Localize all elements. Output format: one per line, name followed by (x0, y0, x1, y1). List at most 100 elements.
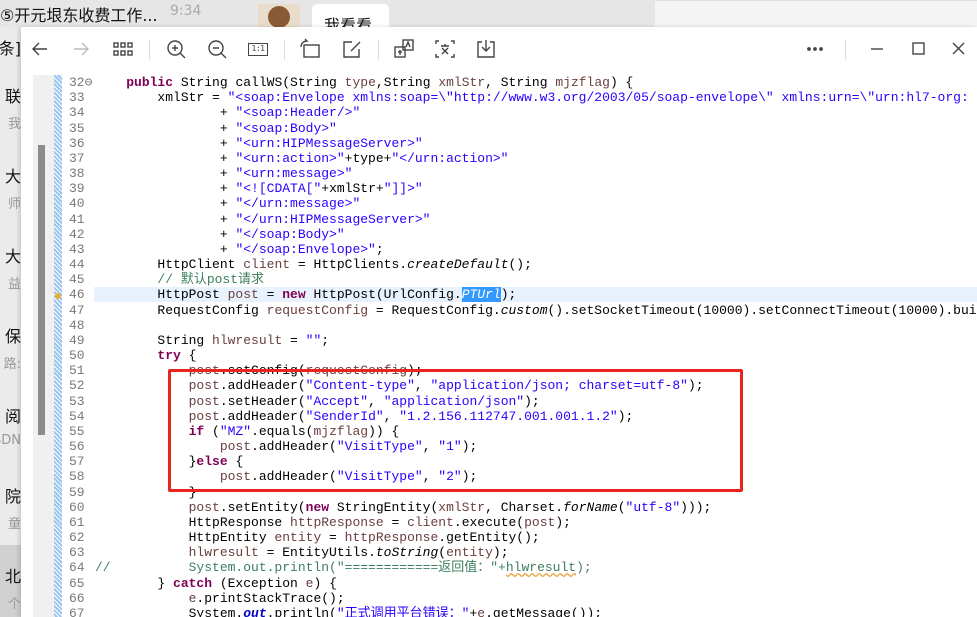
code-token: "</urn:action>" (391, 150, 509, 166)
translate-button[interactable] (391, 36, 417, 62)
conversation-name[interactable]: 院 (5, 483, 21, 507)
code-token: ); (555, 514, 571, 530)
code-token: .getEntity(); (438, 530, 540, 546)
conversation-name[interactable]: 阅 (5, 403, 21, 427)
code-text[interactable]: + "</urn:HIPMessageServer>" (94, 212, 977, 227)
code-text[interactable]: RequestConfig requestConfig = RequestCon… (94, 303, 977, 318)
divider (845, 40, 846, 60)
code-text[interactable]: // 默认post请求 (94, 272, 977, 287)
code-token: "</urn:HIPMessageServer>" (235, 211, 431, 227)
conversation-name[interactable]: 大 (5, 163, 21, 187)
code-line: 48 (33, 318, 977, 333)
code-token: xmlStr = (95, 90, 228, 106)
download-button[interactable] (473, 36, 499, 62)
highlight-box (168, 369, 743, 492)
code-text[interactable]: HttpEntity entity = httpResponse.getEnti… (94, 530, 977, 545)
code-token: = RequestConfig. (368, 302, 501, 318)
minimize-button[interactable] (864, 36, 890, 62)
more-button[interactable] (802, 36, 828, 62)
code-token: hlwresult (212, 332, 283, 348)
rotate-button[interactable] (297, 36, 323, 62)
zoom-in-icon (167, 40, 186, 59)
ocr-button[interactable] (432, 36, 458, 62)
code-token: httpResponse (290, 514, 384, 530)
code-text[interactable]: HttpClient client = HttpClients.createDe… (94, 257, 977, 272)
code-text[interactable]: System.out.println("正式调用平台错误："+e.getMess… (94, 606, 977, 617)
code-token: { (180, 348, 197, 364)
line-number: 62 (69, 530, 85, 546)
code-line: 45 // 默认post请求 (33, 272, 977, 287)
actual-size-button[interactable]: 1:1 (245, 36, 271, 62)
code-token: = EntityUtils. (258, 545, 376, 561)
conversation-list[interactable]: 条]联，我大师大益保路:阅SDN院童北个 (0, 27, 21, 617)
code-line: 67 System.out.println("正式调用平台错误："+e.getM… (33, 606, 977, 617)
code-text[interactable]: + "<urn:HIPMessageServer>" (94, 136, 977, 151)
zoom-in-button[interactable] (163, 36, 189, 62)
code-text[interactable]: hlwresult = EntityUtils.toString(entity)… (94, 545, 977, 560)
line-number: 45 (69, 272, 85, 288)
conversation-name[interactable]: 联 (5, 83, 21, 107)
maximize-button[interactable] (905, 36, 931, 62)
code-token: entity (274, 530, 322, 546)
line-number: 42 (69, 226, 85, 242)
code-token: , String (485, 75, 556, 90)
conversation-name[interactable]: 条] (0, 35, 21, 59)
code-text[interactable]: + "</urn:message>" (94, 196, 977, 211)
code-text[interactable]: + "<soap:Body>" (94, 121, 977, 136)
code-text[interactable]: try { (94, 348, 977, 363)
code-token: createDefault (407, 257, 509, 273)
line-number: 33 (69, 90, 85, 106)
code-token: // 默认post请求 (95, 272, 265, 288)
code-text[interactable]: + "</soap:Body>" (94, 227, 977, 242)
minimize-icon (871, 48, 883, 50)
code-line: 50 try { (33, 348, 977, 363)
close-button[interactable] (946, 36, 972, 62)
code-text[interactable]: + "<urn:action>"+type+"</urn:action>" (94, 151, 977, 166)
code-line: 66 e.printStackTrace(); (33, 591, 977, 606)
code-line: 37 + "<urn:action>"+type+"</urn:action>" (33, 151, 977, 166)
conversation-title[interactable]: ⑤开元垠东收费工作... (0, 2, 158, 26)
code-token: + (95, 211, 236, 227)
code-text[interactable]: + "<soap:Header/>" (94, 105, 977, 120)
code-token: "<soap:Body>" (235, 120, 337, 136)
code-text[interactable]: post.setEntity(new StringEntity(xmlStr, … (94, 500, 977, 515)
line-number: 64 (69, 560, 85, 576)
zoom-out-button[interactable] (204, 36, 230, 62)
code-text[interactable]: HttpResponse httpResponse = client.execu… (94, 515, 977, 530)
code-text[interactable]: String hlwresult = ""; (94, 333, 977, 348)
line-number: 54 (69, 408, 85, 424)
line-number: 44 (69, 257, 85, 273)
edit-button[interactable] (339, 36, 365, 62)
code-token: + (95, 241, 236, 257)
forward-button[interactable] (68, 36, 94, 62)
code-text[interactable]: public String callWS(String type,String … (94, 75, 977, 90)
back-button[interactable] (27, 36, 53, 62)
conversation-name[interactable]: 北 (5, 563, 21, 587)
line-number: 36 (69, 135, 85, 151)
code-text[interactable]: xmlStr = "<soap:Envelope xmlns:soap=\"ht… (94, 90, 977, 105)
line-number: 60 (69, 499, 85, 515)
code-token: ; (321, 332, 330, 348)
code-text[interactable]: + "<![CDATA["+xmlStr+"]]>" (94, 181, 977, 196)
code-token: = (321, 530, 345, 546)
avatar[interactable] (258, 4, 300, 27)
code-token: = (258, 287, 283, 303)
code-text[interactable]: + "<urn:message>" (94, 166, 977, 181)
line-number: 34 (69, 105, 85, 121)
code-text[interactable]: e.printStackTrace(); (94, 591, 977, 606)
code-text[interactable]: HttpPost post = new HttpPost(UrlConfig.P… (94, 287, 977, 303)
conversation-preview: 益 (7, 277, 21, 292)
conversation-name[interactable]: 保 (5, 323, 21, 347)
line-number: 53 (69, 393, 85, 409)
code-text[interactable]: + "</soap:Envelope>"; (94, 242, 977, 257)
code-token: "<urn:action>" (235, 150, 345, 166)
code-token: mjzflag (555, 75, 610, 90)
line-number: 38 (69, 166, 85, 182)
code-text[interactable]: // System.out.println("============返回值："… (94, 560, 977, 575)
thumbnails-button[interactable] (110, 36, 136, 62)
divider (284, 40, 285, 60)
code-token: RequestConfig (95, 302, 267, 318)
conversation-name[interactable]: 大 (5, 243, 21, 267)
image-viewer-window: 1:1 32⊖ public String callWS(String type… (21, 27, 977, 617)
code-text[interactable]: } catch (Exception e) { (94, 576, 977, 591)
